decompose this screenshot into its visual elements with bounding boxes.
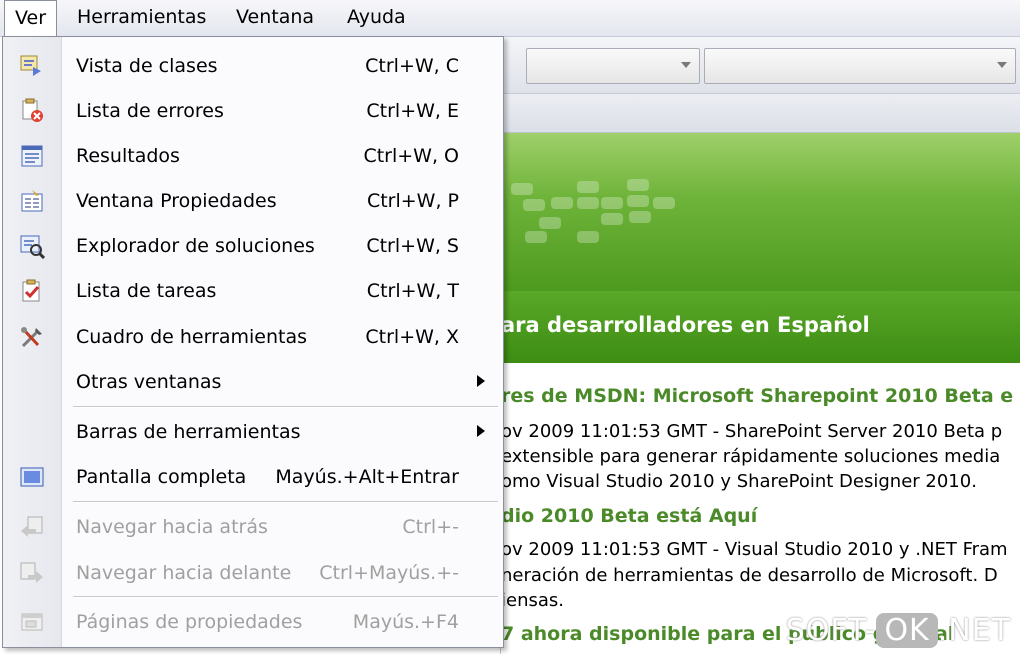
menu-item-label: Navegar hacia atrás [76,516,268,538]
output-icon [21,145,43,167]
menu-item-shortcut: Ctrl+W, O [363,145,459,167]
banner-subtitle: ara desarrolladores en Español [501,313,870,337]
banner-decoration [539,217,561,229]
banner-decoration [577,181,599,193]
menu-ayuda[interactable]: Ayuda [337,0,416,34]
menu-item-lista-de-tareas[interactable]: Lista de tareas Ctrl+W, T [3,268,503,312]
toolbox-icon [21,327,42,348]
chevron-down-icon [997,62,1007,68]
menu-item-label: Otras ventanas [76,371,222,393]
chevron-down-icon [681,62,691,68]
menu-item-otras-ventanas[interactable]: Otras ventanas [3,359,503,403]
menu-item-label: Barras de herramientas [76,421,301,443]
watermark-right: .NET [937,613,1011,648]
toolbar-combo-1[interactable] [526,48,700,84]
menu-item-shortcut: Ctrl+W, S [366,235,459,257]
banner-subtitle-strip: ara desarrolladores en Español [501,291,1020,363]
news-title[interactable]: res de MSDN: Microsoft Sharepoint 2010 B… [501,385,1013,407]
watermark-left: SOFT- [785,613,877,648]
news-text: ov 2009 11:01:53 GMT - SharePoint Server… [501,421,1003,442]
watermark-ok: OK [876,613,938,648]
menu-item-ventana-propiedades[interactable]: Ventana Propiedades Ctrl+W, P [3,178,503,222]
banner-decoration [551,197,573,209]
menu-item-label: Vista de clases [76,55,218,77]
banner-decoration [577,231,599,243]
menu-item-shortcut: Mayús.+F4 [352,611,459,633]
solution-explorer-icon [20,235,46,259]
menu-ver[interactable]: Ver [4,0,58,36]
menu-item-paginas-de-propiedades[interactable]: Páginas de propiedades Mayús.+F4 [3,599,503,643]
banner-decoration [601,197,623,209]
banner-decoration [511,183,533,195]
menu-item-shortcut: Ctrl+W, T [366,280,459,302]
menu-separator [73,501,498,503]
menu-item-label: Resultados [76,145,180,167]
menu-item-label: Lista de errores [76,100,224,122]
banner-decoration [523,199,545,211]
menu-item-shortcut: Ctrl+W, P [366,190,459,212]
menu-item-navegar-hacia-atras[interactable]: Navegar hacia atrás Ctrl+- [3,504,503,548]
navigate-forward-icon [20,562,43,583]
news-text: neración de herramientas de desarrollo d… [501,565,998,586]
news-text: extensible para generar rápidamente solu… [501,446,1001,467]
menu-herramientas[interactable]: Herramientas [67,0,216,34]
menu-item-label: Cuadro de herramientas [76,326,308,348]
menu-item-pantalla-completa[interactable]: Pantalla completa Mayús.+Alt+Entrar [3,454,503,498]
menu-item-shortcut: Ctrl+Mayús.+- [319,562,459,584]
class-view-icon [20,55,41,76]
banner-decoration [627,195,649,207]
banner-decoration [601,213,623,225]
msdn-banner [501,133,1020,291]
menu-bar: Ver Herramientas Ventana Ayuda [0,0,1020,37]
property-pages-icon [21,613,43,631]
menu-item-shortcut: Ctrl+- [402,516,459,538]
news-text: ov 2009 11:01:53 GMT - Visual Studio 201… [501,539,1008,560]
menu-item-vista-de-clases[interactable]: Vista de clases Ctrl+W, C [3,43,503,87]
submenu-arrow-icon [477,375,485,387]
news-text: iensas. [501,590,564,611]
menu-item-lista-de-errores[interactable]: Lista de errores Ctrl+W, E [3,88,503,132]
menu-item-explorador-de-soluciones[interactable]: Explorador de soluciones Ctrl+W, S [3,223,503,267]
menu-item-resultados[interactable]: Resultados Ctrl+W, O [3,133,503,177]
menu-item-label: Pantalla completa [76,466,247,488]
full-screen-icon [20,467,44,487]
menu-item-cuadro-de-herramientas[interactable]: Cuadro de herramientas Ctrl+W, X [3,314,503,358]
menu-separator [73,596,498,598]
task-list-icon [22,279,40,302]
banner-decoration [525,231,547,243]
menu-item-shortcut: Mayús.+Alt+Entrar [275,466,459,488]
news-text: omo Visual Studio 2010 y SharePoint Desi… [501,471,977,492]
menu-item-label: Ventana Propiedades [76,190,277,212]
banner-decoration [653,197,675,209]
menu-item-shortcut: Ctrl+W, E [366,100,459,122]
menu-item-label: Páginas de propiedades [76,611,303,633]
properties-icon [21,190,43,212]
document-tab-strip [500,94,1020,133]
menu-item-shortcut: Ctrl+W, C [365,55,459,77]
toolbar [500,37,1020,94]
menu-item-shortcut: Ctrl+W, X [365,326,459,348]
banner-decoration [577,197,599,209]
submenu-arrow-icon [477,425,485,437]
navigate-back-icon [21,516,43,537]
menu-separator [73,406,498,408]
toolbar-combo-2[interactable] [704,48,1016,84]
menu-item-label: Lista de tareas [76,280,217,302]
menu-item-label: Explorador de soluciones [76,235,315,257]
error-list-icon [22,98,43,122]
menu-item-barras-de-herramientas[interactable]: Barras de herramientas [3,409,503,453]
banner-decoration [627,179,649,191]
menu-ventana[interactable]: Ventana [226,0,324,34]
banner-decoration [629,211,651,223]
start-page: ara desarrolladores en Español res de MS… [500,133,1020,654]
ver-dropdown-menu: Vista de clases Ctrl+W, C Lista de error… [2,36,504,648]
watermark: SOFT- OK .NET [786,613,1011,648]
menu-item-navegar-hacia-delante[interactable]: Navegar hacia delante Ctrl+Mayús.+- [3,550,503,594]
news-title[interactable]: dio 2010 Beta está Aquí [501,505,757,527]
menu-item-label: Navegar hacia delante [76,562,292,584]
